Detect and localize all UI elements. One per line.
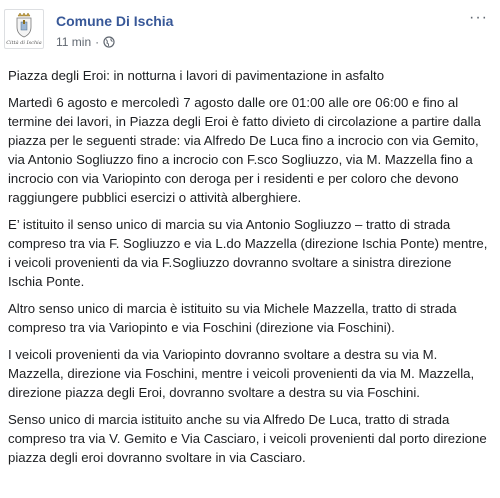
globe-icon[interactable]: [103, 36, 115, 52]
timestamp[interactable]: 11 min: [56, 35, 91, 49]
post-header: Città di Ischia Comune Di Ischia 11 min ·…: [0, 0, 500, 56]
post-paragraph-title: Piazza degli Eroi: in notturna i lavori …: [8, 68, 385, 83]
page-name-link[interactable]: Comune Di Ischia: [56, 12, 173, 30]
avatar-caption: Città di Ischia: [6, 40, 42, 46]
facebook-post: Città di Ischia Comune Di Ischia 11 min ·…: [0, 0, 500, 498]
post-paragraph: Altro senso unico di marcia è istituito …: [8, 301, 457, 335]
avatar[interactable]: Città di Ischia: [4, 9, 44, 49]
post-meta: 11 min ·: [56, 34, 115, 52]
post-paragraph: Martedì 6 agosto e mercoledì 7 agosto da…: [8, 95, 481, 205]
post-body: Piazza degli Eroi: in notturna i lavori …: [8, 66, 488, 475]
post-paragraph: Senso unico di marcia istituito anche su…: [8, 412, 487, 465]
post-paragraph: E’ istituito il senso unico di marcia su…: [8, 217, 488, 289]
meta-separator: ·: [95, 35, 100, 49]
more-options-icon[interactable]: ···: [469, 10, 488, 26]
post-paragraph: I veicoli provenienti da via Variopinto …: [8, 347, 475, 400]
coat-of-arms-icon: [16, 12, 32, 38]
